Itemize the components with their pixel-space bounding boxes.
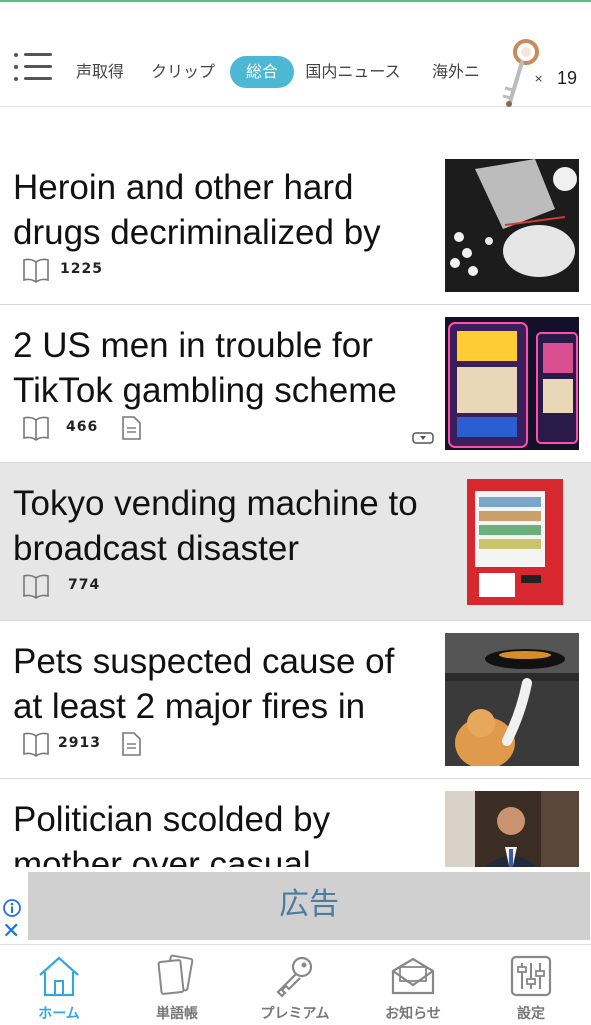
politician-photo <box>445 791 579 867</box>
book-icon <box>23 574 49 599</box>
tabbar-item-premium[interactable]: プレミアム <box>236 945 354 1025</box>
document-icon <box>122 732 141 756</box>
book-icon <box>23 258 49 283</box>
tab-general[interactable]: 総合 <box>230 56 294 88</box>
article-title: Pets suspected cause of at least 2 major… <box>13 642 395 726</box>
tab-voice[interactable]: 声取得 <box>70 56 130 88</box>
tabbar-item-notifications[interactable]: お知らせ <box>354 945 472 1025</box>
home-icon <box>39 956 79 997</box>
book-icon <box>23 732 49 757</box>
article-title: Tokyo vending machine to broadcast disas… <box>13 484 418 568</box>
ad-close-icon[interactable]: ✕ <box>2 920 20 944</box>
tabbar-item-settings[interactable]: 設定 <box>472 945 590 1025</box>
menu-icon[interactable] <box>14 52 54 84</box>
read-count: 466 <box>66 419 99 435</box>
read-count: 774 <box>68 577 101 593</box>
cards-icon <box>157 954 194 995</box>
tab-domestic-news[interactable]: 国内ニュース <box>302 56 404 88</box>
article-item[interactable]: Heroin and other hard drugs decriminaliz… <box>0 147 591 305</box>
ad-label: 広告 <box>279 887 339 922</box>
article-item[interactable]: Politician scolded by mother over casual <box>0 779 591 867</box>
cat-stove-photo <box>445 633 579 766</box>
article-title: 2 US men in trouble for TikTok gambling … <box>13 326 397 410</box>
sliders-icon <box>510 955 552 997</box>
key-count: 19 <box>557 68 578 88</box>
drugs-photo <box>445 159 579 292</box>
article-item[interactable]: Pets suspected cause of at least 2 major… <box>0 621 591 779</box>
article-item[interactable]: 2 US men in trouble for TikTok gambling … <box>0 305 591 463</box>
document-icon <box>122 416 141 440</box>
slot-machines-photo <box>445 317 579 450</box>
key-multiplier: × <box>534 72 544 85</box>
audio-download-icon[interactable] <box>412 430 434 444</box>
article-title: Politician scolded by mother over casual <box>13 800 331 867</box>
read-count: 1225 <box>60 261 103 277</box>
mail-icon <box>391 957 435 995</box>
tabbar-label: 単語帳 <box>156 1006 198 1022</box>
tab-overseas-news[interactable]: 海外ニ <box>428 56 484 88</box>
tabbar-label: 設定 <box>517 1006 545 1022</box>
info-icon[interactable] <box>2 898 22 918</box>
bottom-tab-bar: ホーム 単語帳 プレミアム お知らせ 設定 <box>0 944 591 1025</box>
tabbar-label: ホーム <box>38 1006 80 1022</box>
article-title: Heroin and other hard drugs decriminaliz… <box>13 168 381 252</box>
article-item[interactable]: Tokyo vending machine to broadcast disas… <box>0 463 591 621</box>
vending-machine-photo <box>445 475 579 608</box>
book-icon <box>23 416 49 441</box>
tabbar-label: プレミアム <box>260 1006 330 1022</box>
category-tabs: 声取得 クリップ 総合 国内ニュース 海外ニ <box>64 54 484 92</box>
article-list: Heroin and other hard drugs decriminaliz… <box>0 147 591 867</box>
tab-clip[interactable]: クリップ <box>146 56 220 88</box>
ad-banner[interactable]: 広告 <box>28 872 590 940</box>
tabbar-item-home[interactable]: ホーム <box>0 945 118 1025</box>
key-icon <box>276 956 313 998</box>
top-navigation: 声取得 クリップ 総合 国内ニュース 海外ニ × 19 <box>0 2 591 107</box>
tabbar-item-vocabulary[interactable]: 単語帳 <box>118 945 236 1025</box>
tabbar-label: お知らせ <box>385 1006 441 1022</box>
read-count: 2913 <box>58 735 101 751</box>
